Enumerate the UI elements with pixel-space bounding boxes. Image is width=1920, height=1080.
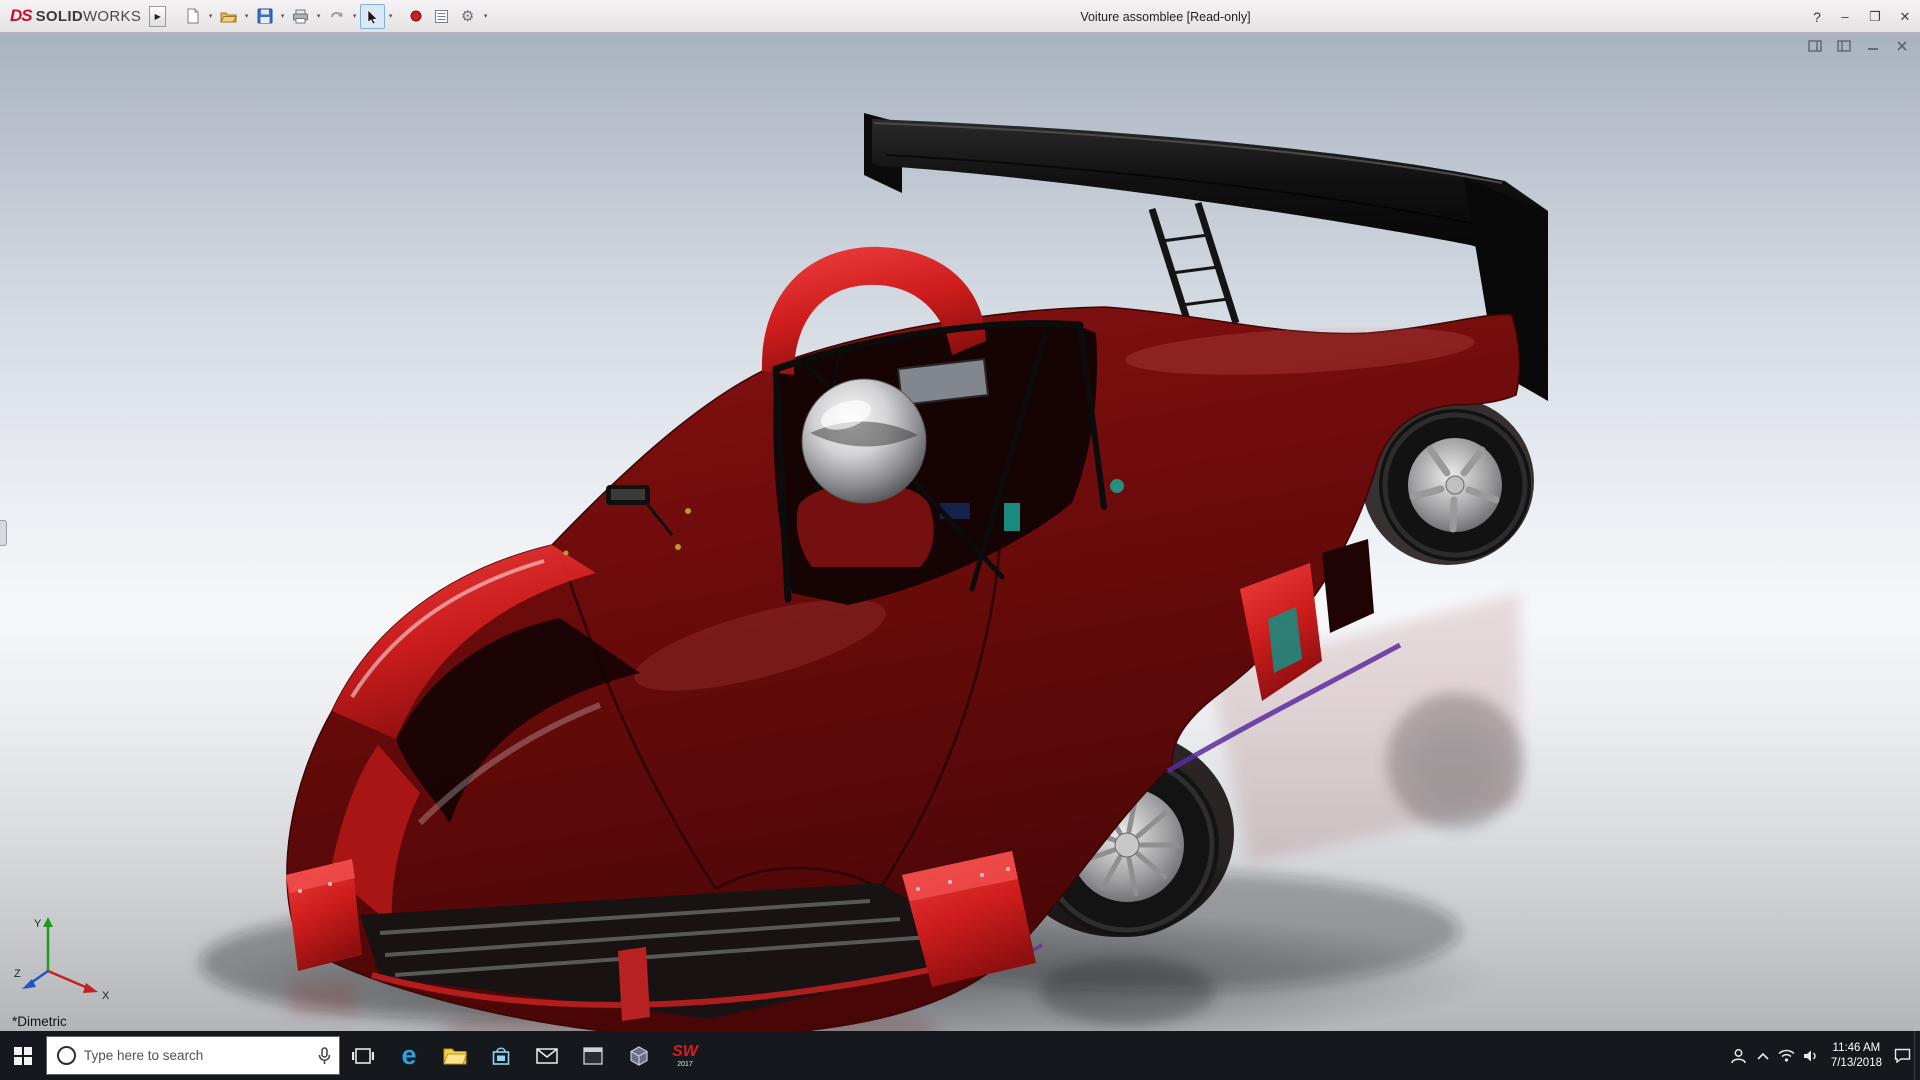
solidworks-2017-icon: SW 2017 [672, 1044, 698, 1068]
tray-overflow-button[interactable] [1751, 1031, 1775, 1080]
solidworks-logo: DS SOLIDWORKS [0, 6, 149, 26]
undo-button[interactable] [324, 4, 349, 29]
3d-model-voiture[interactable] [0, 33, 1920, 1031]
open-folder-icon [220, 9, 237, 24]
titlebar: DS SOLIDWORKS ▶ ▾ ▾ ▾ ▾ ▾ [0, 0, 1920, 33]
viewport-close-icon[interactable] [1894, 38, 1910, 53]
undo-arrow-icon [329, 9, 345, 23]
design-binder-button[interactable] [429, 4, 454, 29]
triad-z-label: Z [14, 968, 21, 980]
window-controls: ? – ❐ ✕ [1804, 0, 1920, 33]
windows-logo-icon [14, 1047, 32, 1065]
cube-icon [629, 1046, 649, 1066]
select-cursor-icon [366, 9, 379, 24]
menu-flyout-button[interactable]: ▶ [149, 6, 166, 27]
orientation-triad: Y X Z [12, 913, 116, 1001]
app-window-button[interactable] [570, 1031, 616, 1080]
wing-supports [1152, 203, 1236, 329]
help-button[interactable]: ? [1804, 0, 1830, 33]
task-view-button[interactable] [340, 1031, 386, 1080]
save-button[interactable] [252, 4, 277, 29]
triad-x-label: X [102, 990, 110, 1001]
edge-button[interactable]: e [386, 1031, 432, 1080]
search-input[interactable] [84, 1048, 310, 1063]
viewport-window-controls [1807, 38, 1910, 53]
quick-access-toolbar: ▾ ▾ ▾ ▾ ▾ ▾ [180, 4, 490, 29]
options-caret[interactable]: ▾ [481, 12, 490, 20]
minimize-button[interactable]: – [1830, 0, 1860, 33]
network-button[interactable] [1775, 1031, 1799, 1080]
document-title: Voiture assomblee [Read-only] [1080, 0, 1250, 33]
taskbar-clock[interactable]: 11:46 AM 7/13/2018 [1823, 1041, 1890, 1071]
print-button[interactable] [288, 4, 313, 29]
new-document-icon [185, 8, 201, 24]
file-explorer-icon [443, 1046, 467, 1065]
select-tool-button[interactable] [360, 4, 385, 29]
mail-button[interactable] [524, 1031, 570, 1080]
clock-date: 7/13/2018 [1831, 1056, 1882, 1071]
printer-icon [292, 9, 309, 24]
app-window-icon [583, 1047, 603, 1065]
open-document-caret[interactable]: ▾ [242, 12, 251, 20]
store-bag-icon [491, 1046, 511, 1066]
windows-taskbar: e [0, 1031, 1920, 1080]
view-orientation-label: *Dimetric [12, 1014, 67, 1029]
taskbar-search[interactable] [46, 1036, 340, 1075]
save-floppy-icon [257, 8, 273, 24]
task-view-icon [352, 1047, 374, 1065]
action-center-button[interactable] [1890, 1031, 1914, 1080]
start-button[interactable] [0, 1031, 46, 1080]
mail-envelope-icon [536, 1048, 558, 1064]
solidworks-taskbar-button[interactable]: SW 2017 [662, 1031, 708, 1080]
open-document-button[interactable] [216, 4, 241, 29]
viewport-pane-icon[interactable] [1836, 38, 1852, 53]
solidworks-window: DS SOLIDWORKS ▶ ▾ ▾ ▾ ▾ ▾ [0, 0, 1920, 1080]
close-button[interactable]: ✕ [1890, 0, 1920, 33]
viewport-minimize-icon[interactable] [1865, 38, 1881, 53]
system-tray: 11:46 AM 7/13/2018 [1727, 1031, 1920, 1080]
record-button[interactable] [403, 4, 428, 29]
people-icon [1730, 1048, 1747, 1064]
viewport-restore-icon[interactable] [1807, 38, 1823, 53]
show-desktop-button[interactable] [1914, 1031, 1920, 1080]
options-button[interactable]: ⚙ [455, 4, 480, 29]
clock-time: 11:46 AM [1831, 1041, 1882, 1056]
design-binder-icon [434, 9, 449, 24]
select-tool-caret[interactable]: ▾ [386, 12, 395, 20]
edge-icon: e [401, 1042, 416, 1069]
people-button[interactable] [1727, 1031, 1751, 1080]
feature-manager-collapsed-tab[interactable] [0, 520, 7, 546]
speaker-icon [1803, 1049, 1819, 1063]
action-center-icon [1894, 1048, 1911, 1063]
triad-y-label: Y [34, 918, 42, 930]
microphone-icon[interactable] [318, 1047, 331, 1065]
store-button[interactable] [478, 1031, 524, 1080]
gear-icon: ⚙ [461, 9, 474, 24]
file-explorer-button[interactable] [432, 1031, 478, 1080]
brand-text: SOLIDWORKS [36, 8, 142, 25]
new-document-button[interactable] [180, 4, 205, 29]
save-caret[interactable]: ▾ [278, 12, 287, 20]
cube-app-button[interactable] [616, 1031, 662, 1080]
maximize-button[interactable]: ❐ [1860, 0, 1890, 33]
volume-button[interactable] [1799, 1031, 1823, 1080]
undo-caret[interactable]: ▾ [350, 12, 359, 20]
chevron-up-icon [1757, 1052, 1769, 1060]
record-dot-icon [409, 9, 423, 23]
network-wifi-icon [1778, 1049, 1795, 1062]
cortana-icon [57, 1046, 76, 1065]
graphics-viewport[interactable]: Y X Z *Dimetric [0, 33, 1920, 1031]
new-document-caret[interactable]: ▾ [206, 12, 215, 20]
print-caret[interactable]: ▾ [314, 12, 323, 20]
dassault-ds-logo-icon: DS [10, 6, 32, 26]
